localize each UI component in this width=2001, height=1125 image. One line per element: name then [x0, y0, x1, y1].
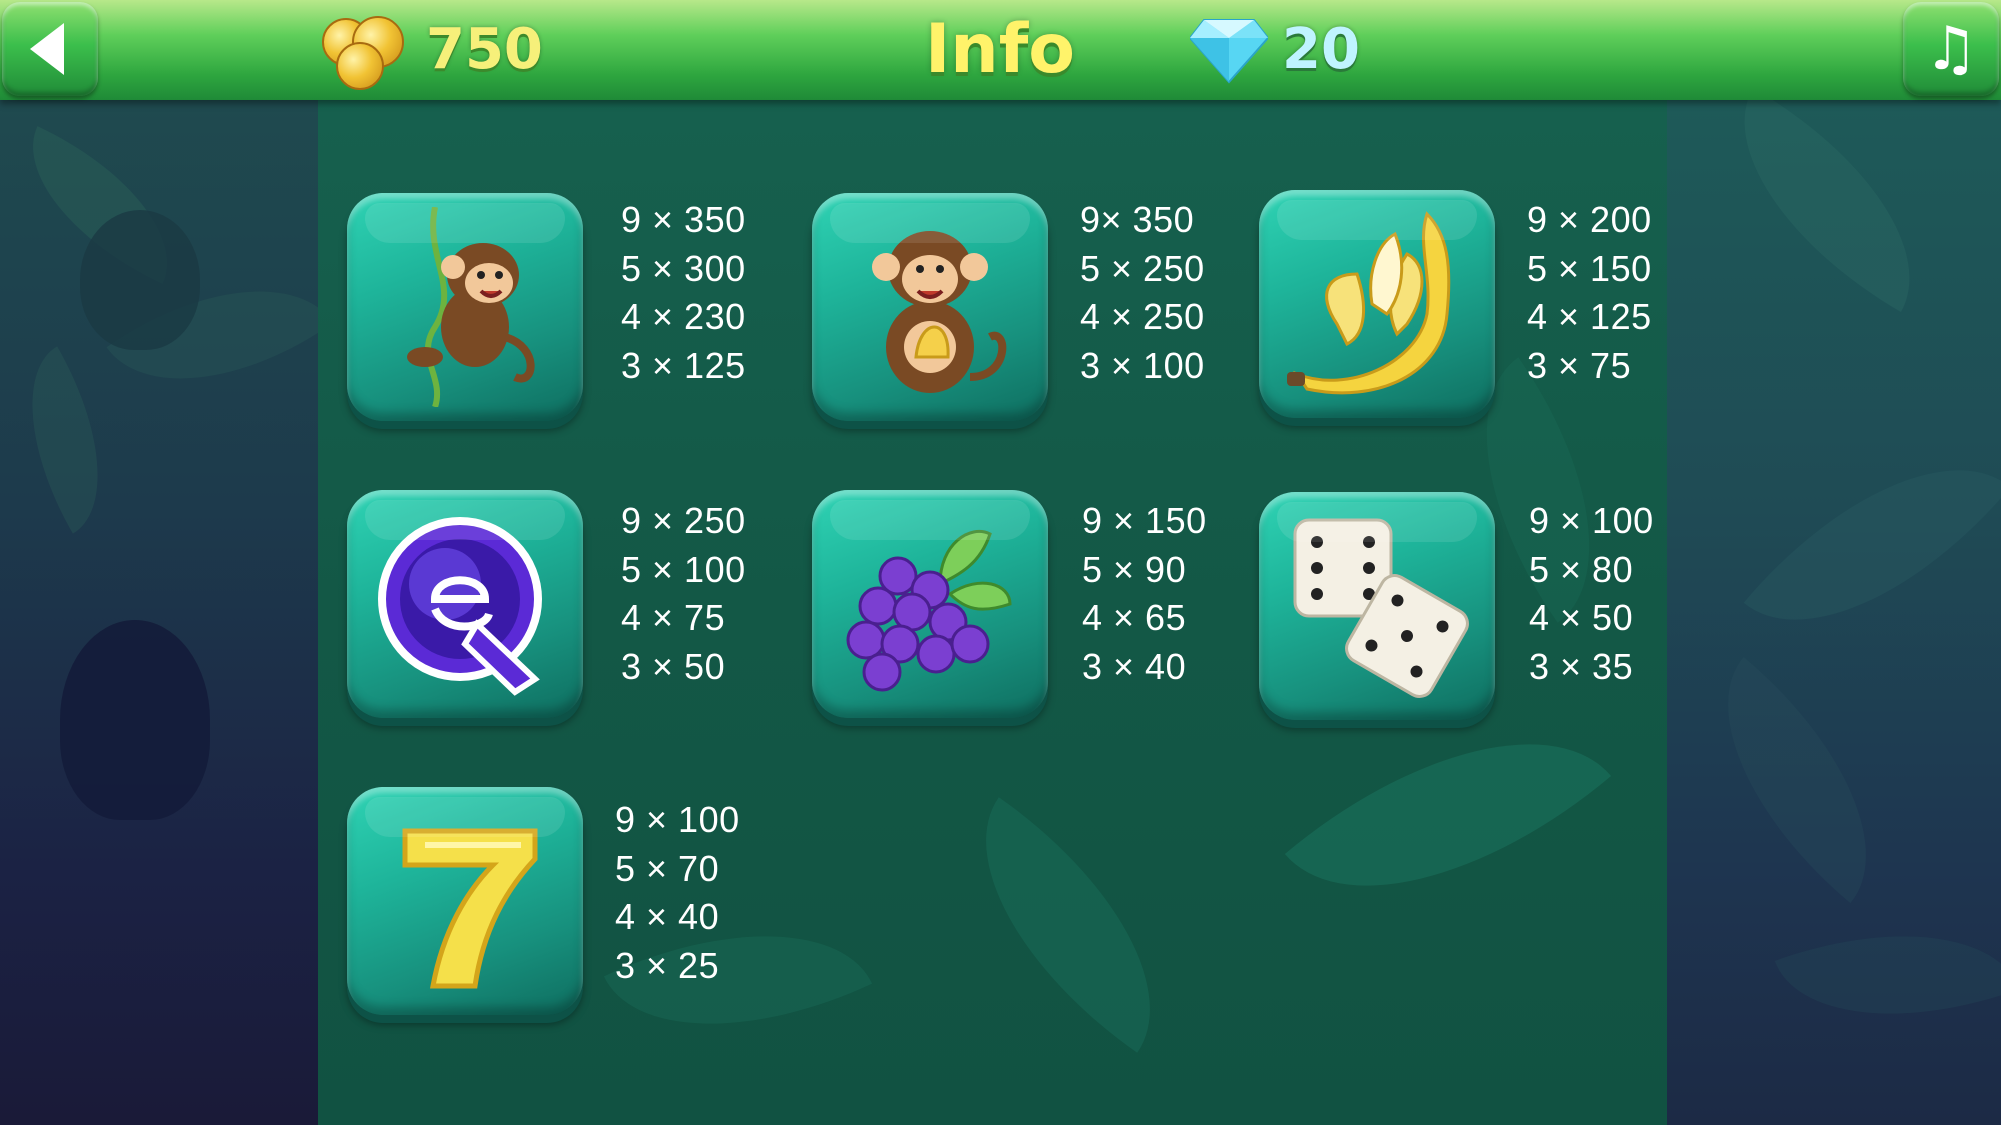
payout-line: 9 × 150: [1082, 500, 1207, 541]
payout-line: 4 × 230: [621, 296, 746, 337]
payout-line: 9 × 350: [621, 199, 746, 240]
coin-balance: 750: [426, 17, 543, 82]
payout-line: 3 × 35: [1529, 645, 1634, 687]
back-button[interactable]: [2, 2, 98, 96]
payout-list: 9 × 350 5 × 300 4 × 230 3 × 125: [621, 196, 771, 390]
payout-line: 5 × 100: [621, 548, 746, 590]
payout-line: 4 × 250: [1080, 296, 1205, 337]
symbol-tile: [347, 490, 583, 718]
payout-line: 9 × 250: [621, 500, 746, 541]
right-jungle-background: [1666, 88, 2001, 1125]
payout-line: 5 × 150: [1527, 247, 1652, 289]
payout-line: 4 × 65: [1082, 597, 1187, 638]
payout-list: 9 × 250 5 × 100 4 × 75 3 × 50: [621, 497, 771, 691]
music-toggle-button[interactable]: ♫: [1903, 2, 1999, 96]
payout-line: 4 × 75: [621, 597, 726, 638]
payout-line: 5 × 90: [1082, 548, 1187, 590]
banana-icon: [1287, 211, 1451, 395]
payout-line: 5 × 70: [615, 847, 720, 889]
payout-line: 3 × 100: [1080, 344, 1205, 386]
monkey-with-banana-icon: [872, 231, 1007, 393]
payout-line: 3 × 75: [1527, 344, 1632, 386]
symbol-tile: [812, 490, 1048, 718]
payout-line: 5 × 300: [621, 247, 746, 289]
payout-line: 9 × 100: [1529, 500, 1654, 541]
grapes-icon: [846, 530, 1012, 692]
payout-line: 9 × 100: [615, 799, 740, 840]
diamond-icon: [1190, 19, 1268, 84]
symbol-tile: [347, 787, 583, 1015]
payout-line: 5 × 250: [1080, 247, 1205, 289]
symbol-tile: [1259, 492, 1495, 720]
payout-list: 9× 350 5 × 250 4 × 250 3 × 100: [1080, 196, 1230, 390]
payout-line: 3 × 125: [621, 344, 746, 386]
payout-line: 3 × 40: [1082, 645, 1187, 687]
payout-line: 3 × 25: [615, 944, 720, 986]
gold-coins-icon: [322, 12, 412, 90]
back-arrow-icon: [30, 23, 64, 75]
payout-line: 4 × 50: [1529, 597, 1634, 638]
payout-line: 4 × 125: [1527, 296, 1652, 337]
payout-line: 9 × 200: [1527, 199, 1652, 240]
symbol-tile: [812, 193, 1048, 421]
payout-line: 5 × 80: [1529, 548, 1634, 590]
top-bar: 750 Info 20 ♫: [0, 0, 2001, 100]
symbol-tile: [347, 193, 583, 421]
payout-list: 9 × 200 5 × 150 4 × 125 3 × 75: [1527, 196, 1677, 390]
payout-line: 9× 350: [1080, 199, 1195, 240]
left-jungle-background: [0, 100, 334, 1125]
music-note-icon: ♫: [1924, 14, 1978, 84]
symbol-tile: [1259, 190, 1495, 418]
payout-line: 4 × 40: [615, 896, 720, 937]
monkey-silhouette: [60, 620, 210, 820]
payout-list: 9 × 100 5 × 80 4 × 50 3 × 35: [1529, 497, 1679, 691]
letter-q-icon: [378, 517, 542, 696]
payout-line: 3 × 50: [621, 645, 726, 687]
monkey-silhouette: [80, 210, 200, 350]
payout-list: 9 × 100 5 × 70 4 × 40 3 × 25: [615, 796, 765, 990]
monkey-on-vine-icon: [407, 207, 535, 407]
payout-list: 9 × 150 5 × 90 4 × 65 3 × 40: [1082, 497, 1232, 691]
page-title: Info: [924, 10, 1075, 89]
gem-balance: 20: [1282, 17, 1360, 82]
seven-icon: [402, 828, 538, 989]
dice-icon: [1293, 518, 1469, 698]
